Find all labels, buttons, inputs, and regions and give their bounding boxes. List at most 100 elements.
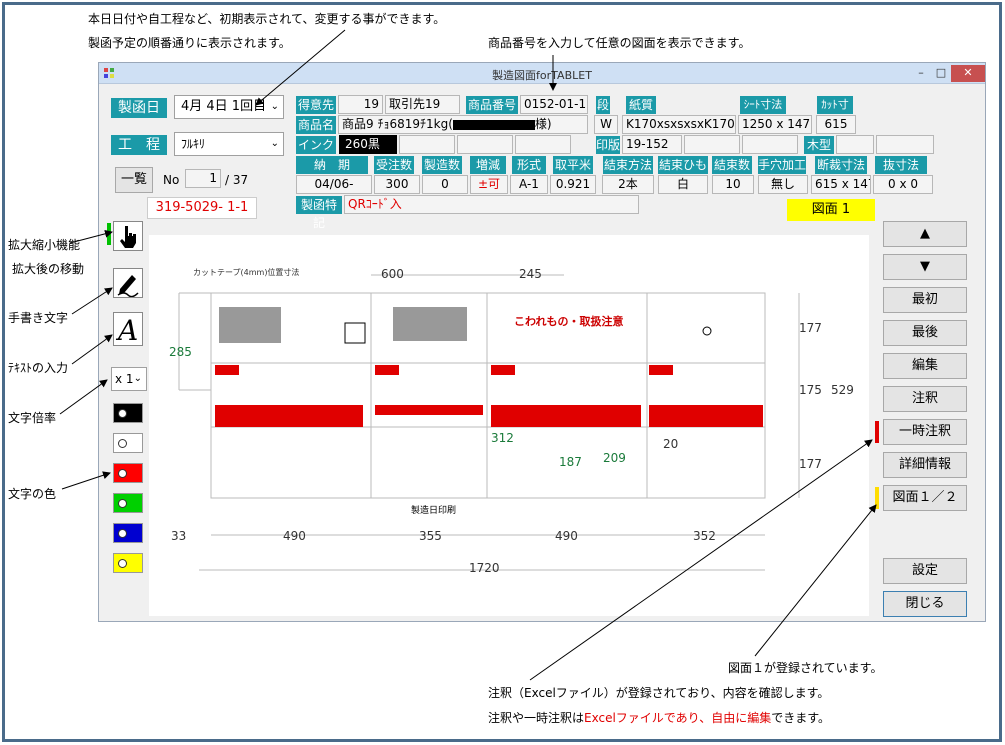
print-label: 印版 <box>596 136 621 154</box>
temp-note-indicator <box>875 421 879 443</box>
product-panel <box>215 365 763 427</box>
punch-value: 0 x 0 <box>873 175 933 194</box>
note-button[interactable]: 注釈 <box>883 386 967 412</box>
detail-button[interactable]: 詳細情報 <box>883 452 967 478</box>
paper-label: 紙質 <box>626 96 656 114</box>
hand-value: 無し <box>758 175 808 194</box>
print-2 <box>684 135 740 154</box>
annotation-initial-display: 本日日付や自工程など、初期表示されて、変更する事ができます。 <box>88 12 446 26</box>
annotation-order: 製函予定の順番通りに表示されます。 <box>88 36 291 50</box>
change-value: ±可 <box>470 175 508 194</box>
change-label: 増減 <box>470 156 506 174</box>
punch-label: 抜寸法 <box>875 156 927 174</box>
orders-label: 受注数 <box>374 156 414 174</box>
customer-label: 得意先 <box>296 96 336 114</box>
first-button[interactable]: 最初 <box>883 287 967 313</box>
dim-312: 312 <box>491 431 514 445</box>
dim-355: 355 <box>419 529 442 543</box>
scale-select[interactable]: x 1 ⌄ <box>111 367 147 391</box>
paper-value: K170xsxsxsxK170 <box>622 115 736 134</box>
customer-code: 19 <box>338 95 383 114</box>
warning-text: こわれもの・取扱注意 <box>514 314 623 328</box>
logo-placeholder <box>219 307 281 343</box>
drawing-indicator <box>875 487 879 509</box>
annotation-handwrite: 手書き文字 <box>8 311 69 325</box>
radio-icon <box>118 499 127 508</box>
hand-pointer-icon <box>120 226 136 248</box>
chevron-down-icon: ⌄ <box>270 138 279 149</box>
color-white-swatch[interactable] <box>113 433 143 453</box>
radio-icon <box>118 409 127 418</box>
dim-20: 20 <box>663 437 679 451</box>
drawing-label: 図面 1 <box>787 199 875 221</box>
color-green-swatch[interactable] <box>113 493 143 513</box>
settings-button[interactable]: 設定 <box>883 558 967 584</box>
pen-icon <box>117 275 139 298</box>
drawing-page-button[interactable]: 図面１／２ <box>883 485 967 511</box>
cutsize-label: 断裁寸法 <box>815 156 867 174</box>
close-icon[interactable]: ✕ <box>951 65 985 82</box>
bundle-label: 結束数 <box>712 156 752 174</box>
svg-text:A: A <box>115 314 138 345</box>
tape-note: カットテープ(4mm)位置寸法 <box>193 267 299 277</box>
chevron-down-icon: ⌄ <box>133 373 142 384</box>
cut-label: ｶｯﾄ寸 <box>817 96 853 114</box>
minimize-icon[interactable]: – <box>913 65 929 82</box>
annotation-move: 拡大後の移動 <box>12 262 85 276</box>
process-label: 工 程 <box>111 135 167 155</box>
color-red-swatch[interactable] <box>113 463 143 483</box>
redaction-bar <box>452 119 535 130</box>
ink-label: インク <box>296 136 336 154</box>
hand-label: 手穴加工 <box>758 156 807 174</box>
order-code: 319-5029- 1-1 <box>147 197 257 219</box>
date-select[interactable]: 4月 4日 1回目 ⌄ <box>174 95 284 119</box>
last-button[interactable]: 最後 <box>883 320 967 346</box>
no-value[interactable]: 1 <box>185 169 221 188</box>
mfg-print-note: 製造日印刷 <box>411 504 456 516</box>
annotation-zoom: 拡大縮小機能 <box>8 238 81 252</box>
list-button[interactable]: 一覧 <box>115 167 153 193</box>
area-value: 0.921 <box>550 175 596 194</box>
no-label: No <box>163 173 180 187</box>
maximize-icon[interactable]: □ <box>933 65 949 82</box>
product-no-label: 商品番号 <box>466 96 518 114</box>
dim-352: 352 <box>693 529 716 543</box>
dim-285: 285 <box>169 345 192 359</box>
form-label: 形式 <box>512 156 546 174</box>
delivery-label: 納 期 <box>296 156 368 174</box>
annotation-text-input: ﾃｷｽﾄの入力 <box>8 361 69 375</box>
pen-tool[interactable] <box>113 268 143 298</box>
drawing-canvas[interactable]: こわれもの・取扱注意 カットテープ(4mm)位置寸法 製造日印刷 600 245… <box>149 235 869 616</box>
annotation-drawing-registered: 図面１が登録されています。 <box>728 661 883 675</box>
color-yellow-swatch[interactable] <box>113 553 143 573</box>
made-label: 製造数 <box>422 156 462 174</box>
tie-label: 結束方法 <box>603 156 653 174</box>
dim-33: 33 <box>171 529 187 543</box>
pointer-tool[interactable] <box>113 221 143 251</box>
edit-button[interactable]: 編集 <box>883 353 967 379</box>
mold-2 <box>876 135 934 154</box>
color-black-swatch[interactable] <box>113 403 143 423</box>
temp-note-button[interactable]: 一時注釈 <box>883 419 967 445</box>
product-no-field[interactable]: 0152-01-1 <box>520 95 588 114</box>
text-tool[interactable]: A <box>113 312 143 347</box>
up-button[interactable]: ▲ <box>883 221 967 247</box>
cut-value: 615 <box>816 115 856 134</box>
dim-490a: 490 <box>283 529 306 543</box>
color-blue-swatch[interactable] <box>113 523 143 543</box>
orders-value: 300 <box>374 175 420 194</box>
close-button[interactable]: 閉じる <box>883 591 967 617</box>
down-button[interactable]: ▼ <box>883 254 967 280</box>
string-label: 結束ひも <box>658 156 708 174</box>
process-select[interactable]: ﾌﾙｷﾘ ⌄ <box>174 132 284 156</box>
annotation-product-search: 商品番号を入力して任意の図面を表示できます。 <box>488 36 751 50</box>
ink-4 <box>515 135 571 154</box>
cutsize-value: 615 x 1473 <box>811 175 871 194</box>
sheet-label: ｼｰﾄ寸法 <box>740 96 786 114</box>
barcode <box>344 322 366 344</box>
ink-value: 260黒 <box>339 135 397 154</box>
print-3 <box>742 135 798 154</box>
text-a-icon: A <box>115 314 138 347</box>
dan-label: 段 <box>596 96 610 114</box>
dim-1720: 1720 <box>469 561 500 575</box>
